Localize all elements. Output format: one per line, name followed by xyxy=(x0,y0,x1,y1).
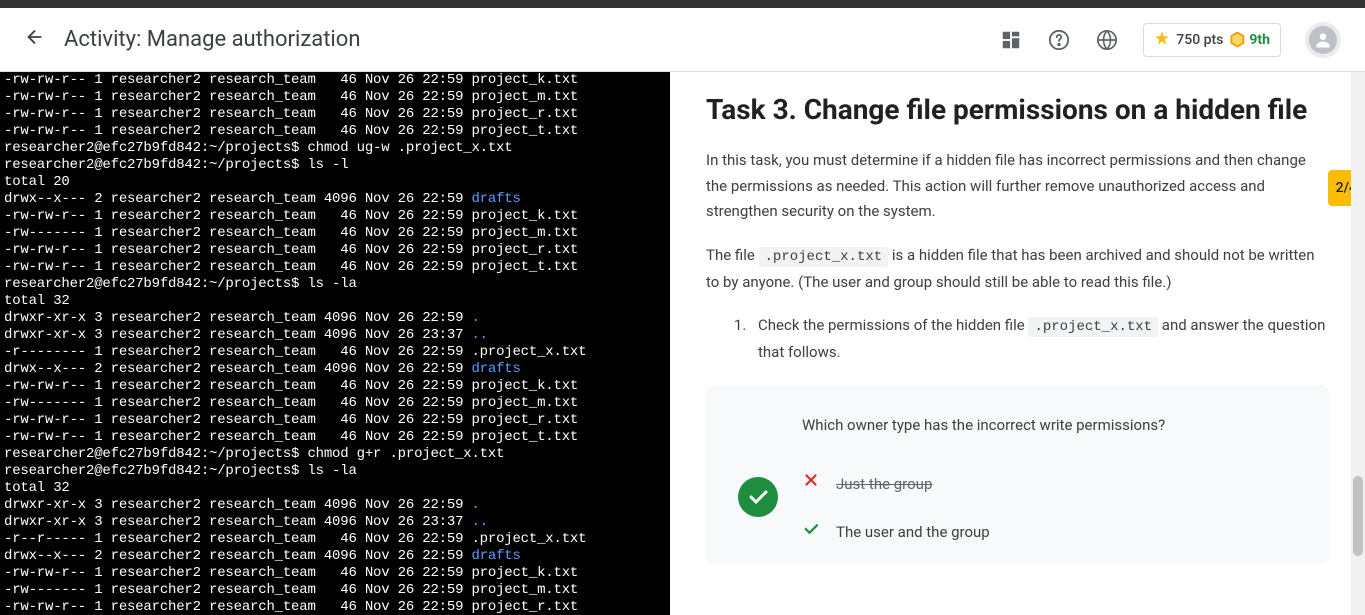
terminal-line: drwx--x--- 2 researcher2 research_team 4… xyxy=(4,361,666,378)
rank-badge: 9th xyxy=(1229,32,1270,48)
help-icon[interactable] xyxy=(1047,28,1071,52)
quiz-option-correct[interactable]: The user and the group xyxy=(802,510,1297,557)
terminal-line: researcher2@efc27b9fd842:~/projects$ chm… xyxy=(4,446,666,463)
quiz-content: Which owner type has the incorrect write… xyxy=(802,413,1297,556)
terminal-line: -r-------- 1 researcher2 research_team 4… xyxy=(4,344,666,361)
terminal-line: -rw-rw-r-- 1 researcher2 research_team 4… xyxy=(4,565,666,582)
rank-text: 9th xyxy=(1249,32,1270,48)
terminal-line: drwxr-xr-x 3 researcher2 research_team 4… xyxy=(4,310,666,327)
terminal-line: -rw-rw-r-- 1 researcher2 research_team 4… xyxy=(4,599,666,615)
terminal-line: drwxr-xr-x 3 researcher2 research_team 4… xyxy=(4,514,666,531)
terminal-line: -rw-rw-r-- 1 researcher2 research_team 4… xyxy=(4,208,666,225)
avatar[interactable] xyxy=(1305,22,1341,58)
task-steps: Check the permissions of the hidden file… xyxy=(750,313,1329,365)
instructions-panel: Task 3. Change file permissions on a hid… xyxy=(670,72,1365,615)
terminal-line: total 32 xyxy=(4,293,666,310)
terminal-line: -rw-rw-r-- 1 researcher2 research_team 4… xyxy=(4,72,666,89)
terminal-line: -rw------- 1 researcher2 research_team 4… xyxy=(4,395,666,412)
task-title: Task 3. Change file permissions on a hid… xyxy=(706,92,1329,128)
terminal-line: researcher2@efc27b9fd842:~/projects$ ls … xyxy=(4,463,666,480)
terminal-line: drwxr-xr-x 3 researcher2 research_team 4… xyxy=(4,327,666,344)
quiz-correct-label: The user and the group xyxy=(836,520,990,546)
terminal-line: total 32 xyxy=(4,480,666,497)
task-body: In this task, you must determine if a hi… xyxy=(706,148,1329,564)
terminal-line: researcher2@efc27b9fd842:~/projects$ ls … xyxy=(4,157,666,174)
dashboard-icon[interactable] xyxy=(999,28,1023,52)
terminal-line: -rw-rw-r-- 1 researcher2 research_team 4… xyxy=(4,106,666,123)
task-file-info: The file .project_x.txt is a hidden file… xyxy=(706,243,1329,295)
header-actions: 750 pts 9th xyxy=(999,22,1341,58)
back-arrow-icon[interactable] xyxy=(24,26,46,54)
code-filename-step: .project_x.txt xyxy=(1028,317,1158,337)
terminal-line: drwx--x--- 2 researcher2 research_team 4… xyxy=(4,548,666,565)
language-icon[interactable] xyxy=(1095,28,1119,52)
terminal-line: -r--r----- 1 researcher2 research_team 4… xyxy=(4,531,666,548)
window-topbar xyxy=(0,0,1365,8)
code-filename: .project_x.txt xyxy=(759,247,889,267)
terminal-line: drwx--x--- 2 researcher2 research_team 4… xyxy=(4,191,666,208)
quiz-question: Which owner type has the incorrect write… xyxy=(802,413,1297,439)
page-title: Activity: Manage authorization xyxy=(64,27,999,52)
avatar-icon xyxy=(1309,26,1337,54)
quiz-status-correct xyxy=(738,477,778,517)
terminal-line: -rw------- 1 researcher2 research_team 4… xyxy=(4,582,666,599)
terminal-line: -rw-rw-r-- 1 researcher2 research_team 4… xyxy=(4,429,666,446)
terminal-line: -rw-rw-r-- 1 researcher2 research_team 4… xyxy=(4,242,666,259)
task-intro: In this task, you must determine if a hi… xyxy=(706,148,1329,225)
hex-icon xyxy=(1229,32,1245,48)
main: -rw-rw-r-- 1 researcher2 research_team 4… xyxy=(0,72,1365,615)
check-icon xyxy=(802,520,820,547)
points-text: 750 pts xyxy=(1176,32,1223,48)
terminal[interactable]: -rw-rw-r-- 1 researcher2 research_team 4… xyxy=(0,72,670,615)
points-badge[interactable]: 750 pts 9th xyxy=(1143,23,1281,57)
terminal-line: researcher2@efc27b9fd842:~/projects$ chm… xyxy=(4,140,666,157)
header: Activity: Manage authorization 750 pts 9… xyxy=(0,8,1365,72)
terminal-line: -rw------- 1 researcher2 research_team 4… xyxy=(4,225,666,242)
scrollbar-thumb[interactable] xyxy=(1353,476,1363,556)
terminal-line: -rw-rw-r-- 1 researcher2 research_team 4… xyxy=(4,123,666,140)
star-icon xyxy=(1154,30,1170,50)
terminal-line: -rw-rw-r-- 1 researcher2 research_team 4… xyxy=(4,259,666,276)
terminal-line: researcher2@efc27b9fd842:~/projects$ ls … xyxy=(4,276,666,293)
task-step-1: Check the permissions of the hidden file… xyxy=(750,313,1329,365)
terminal-line: -rw-rw-r-- 1 researcher2 research_team 4… xyxy=(4,412,666,429)
scrollbar-track[interactable] xyxy=(1351,72,1365,615)
terminal-line: drwxr-xr-x 3 researcher2 research_team 4… xyxy=(4,497,666,514)
quiz-wrong-label: Just the group xyxy=(836,472,932,498)
quiz-option-wrong[interactable]: Just the group xyxy=(802,459,1297,510)
x-icon xyxy=(802,469,820,500)
terminal-line: total 20 xyxy=(4,174,666,191)
terminal-line: -rw-rw-r-- 1 researcher2 research_team 4… xyxy=(4,378,666,395)
terminal-line: -rw-rw-r-- 1 researcher2 research_team 4… xyxy=(4,89,666,106)
quiz-box: Which owner type has the incorrect write… xyxy=(706,385,1329,564)
